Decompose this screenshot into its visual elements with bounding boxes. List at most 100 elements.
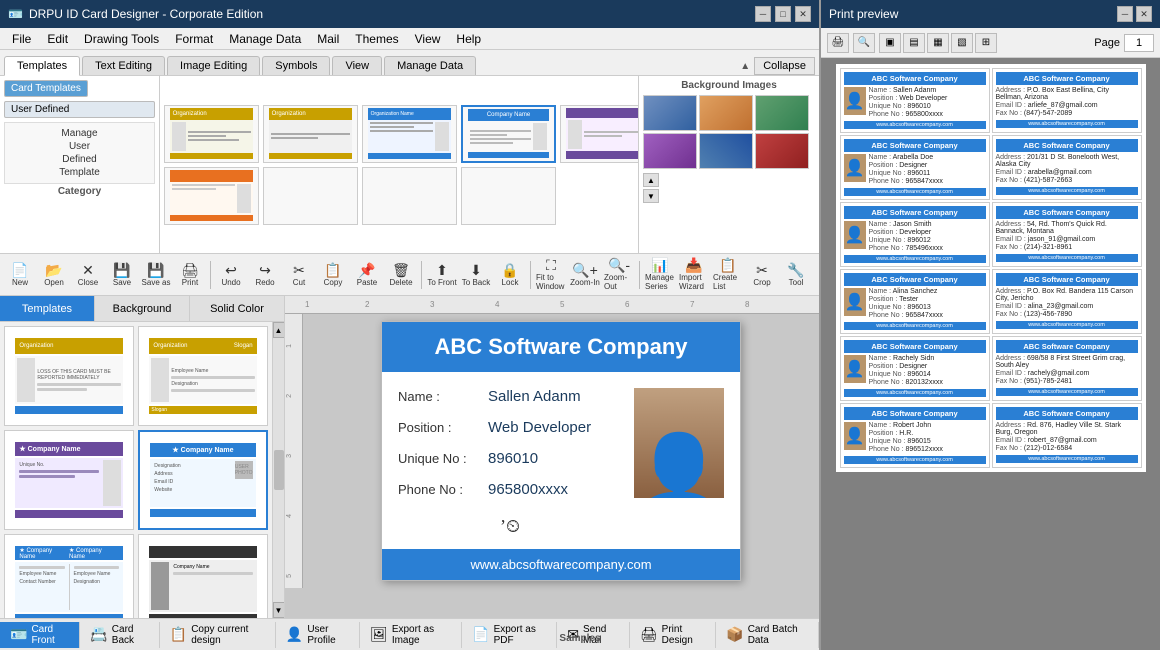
bg-image-6[interactable]: [755, 133, 809, 169]
template-card-3[interactable]: ★ Company Name Unique No.: [4, 430, 134, 530]
pp-close-button[interactable]: ✕: [1136, 6, 1152, 22]
sample-3[interactable]: Organization Name: [362, 105, 457, 163]
create-list-button[interactable]: 📋Create List: [712, 259, 744, 291]
sample-9[interactable]: [461, 167, 556, 225]
tab-text-editing[interactable]: Text Editing: [82, 56, 165, 75]
template-card-1[interactable]: Organization LOSS OF THIS CARD MUST BE R…: [4, 326, 134, 426]
redo-button[interactable]: ↪Redo: [249, 259, 281, 291]
cut-button[interactable]: ✂Cut: [283, 259, 315, 291]
footer-card-front[interactable]: 🪪 Card Front: [0, 622, 80, 648]
menu-edit[interactable]: Edit: [39, 30, 76, 48]
bg-image-1[interactable]: [643, 95, 697, 131]
pp-view-4[interactable]: ▧: [951, 33, 973, 53]
pp-view-3[interactable]: ▦: [927, 33, 949, 53]
id-field-unique: Unique No : 896010: [398, 450, 622, 467]
open-button[interactable]: 📂Open: [38, 259, 70, 291]
lp-scroll-down[interactable]: ▼: [273, 602, 285, 618]
menu-drawing-tools[interactable]: Drawing Tools: [76, 30, 167, 48]
menu-format[interactable]: Format: [167, 30, 221, 48]
footer-card-batch[interactable]: 📦 Card Batch Data: [716, 622, 819, 648]
toolbar-tabs: Templates Text Editing Image Editing Sym…: [0, 50, 819, 76]
bg-scroll-down[interactable]: ▼: [643, 189, 659, 203]
bg-image-2[interactable]: [699, 95, 753, 131]
tab-templates[interactable]: Templates: [4, 56, 80, 76]
pp-card-4-footer: www.abcsoftwarecompany.com: [844, 322, 986, 330]
card-front-icon: 🪪: [10, 626, 27, 643]
pp-card-2-photo: 👤: [844, 154, 866, 182]
bg-scroll-up[interactable]: ▲: [643, 173, 659, 187]
copy-button[interactable]: 📋Copy: [317, 259, 349, 291]
maximize-button[interactable]: □: [775, 6, 791, 22]
tab-view[interactable]: View: [332, 56, 382, 75]
sample-4[interactable]: Company Name: [461, 105, 556, 163]
close-button-toolbar[interactable]: ✕Close: [72, 259, 104, 291]
menu-manage-data[interactable]: Manage Data: [221, 30, 309, 48]
pp-minimize-button[interactable]: ─: [1117, 6, 1133, 22]
sample-5[interactable]: [560, 105, 639, 163]
crop-button[interactable]: ✂Crop: [746, 259, 778, 291]
tool-button[interactable]: 🔧Tool: [780, 259, 812, 291]
import-wizard-button[interactable]: 📥Import Wizard: [678, 259, 710, 291]
sample-7[interactable]: [263, 167, 358, 225]
template-card-6[interactable]: Company Name: [138, 534, 268, 618]
template-card-2[interactable]: OrganizationSlogan Employee Name Designa…: [138, 326, 268, 426]
lock-button[interactable]: 🔒Lock: [494, 259, 526, 291]
paste-button[interactable]: 📌Paste: [351, 259, 383, 291]
menu-mail[interactable]: Mail: [309, 30, 347, 48]
close-button[interactable]: ✕: [795, 6, 811, 22]
minimize-button[interactable]: ─: [755, 6, 771, 22]
tab-symbols[interactable]: Symbols: [262, 56, 330, 75]
user-defined-btn[interactable]: User Defined: [4, 101, 155, 118]
bg-image-5[interactable]: [699, 133, 753, 169]
lp-scroll-up[interactable]: ▲: [273, 322, 285, 338]
footer-card-back[interactable]: 📇 Card Back: [80, 622, 159, 648]
sample-2[interactable]: Organization: [263, 105, 358, 163]
tab-manage-data[interactable]: Manage Data: [384, 56, 476, 75]
zoom-out-button[interactable]: 🔍-Zoom-Out: [603, 259, 635, 291]
template-card-4[interactable]: ★ Company Name Designation Address Email…: [138, 430, 268, 530]
print-button[interactable]: 🖨Print: [174, 259, 206, 291]
delete-button[interactable]: 🗑Delete: [385, 259, 417, 291]
lp-scroll-thumb[interactable]: [274, 450, 284, 490]
save-button[interactable]: 💾Save: [106, 259, 138, 291]
pp-print-btn[interactable]: 🖨: [827, 33, 849, 53]
pp-view-5[interactable]: ⊞: [975, 33, 997, 53]
to-front-button[interactable]: ⬆To Front: [426, 259, 458, 291]
tab-image-editing[interactable]: Image Editing: [167, 56, 260, 75]
menu-themes[interactable]: Themes: [347, 30, 406, 48]
pp-view-2[interactable]: ▤: [903, 33, 925, 53]
bg-image-3[interactable]: [755, 95, 809, 131]
save-as-button[interactable]: 💾Save as: [140, 259, 172, 291]
footer-card-batch-label: Card Batch Data: [748, 624, 808, 646]
footer-export-pdf[interactable]: 📄 Export as PDF: [462, 622, 557, 648]
menu-view[interactable]: View: [407, 30, 449, 48]
menu-file[interactable]: File: [4, 30, 39, 48]
menu-help[interactable]: Help: [448, 30, 489, 48]
undo-button[interactable]: ↩Undo: [215, 259, 247, 291]
sample-6[interactable]: [164, 167, 259, 225]
manage-series-button[interactable]: 📊Manage Series: [644, 259, 676, 291]
collapse-button[interactable]: Collapse: [754, 57, 815, 75]
lp-tab-templates[interactable]: Templates: [0, 296, 95, 321]
lp-tab-background[interactable]: Background: [95, 296, 190, 321]
bg-image-4[interactable]: [643, 133, 697, 169]
footer-export-image[interactable]: 🖼 Export as Image: [360, 622, 462, 648]
zoom-in-button[interactable]: 🔍+Zoom-In: [569, 259, 601, 291]
footer-print-design[interactable]: 🖨 Print Design: [630, 622, 716, 648]
lp-tab-solid-color[interactable]: Solid Color: [190, 296, 284, 321]
new-button[interactable]: 📄New: [4, 259, 36, 291]
sample-1[interactable]: Organization: [164, 105, 259, 163]
template-card-5[interactable]: ★ Company Name ★ Company Name Employee N…: [4, 534, 134, 618]
sample-8[interactable]: [362, 167, 457, 225]
pp-page-input[interactable]: [1124, 34, 1154, 52]
card-templates-btn[interactable]: Card Templates: [4, 80, 88, 97]
app-icon: 🪪: [8, 7, 23, 21]
footer-user-profile[interactable]: 👤 User Profile: [276, 622, 360, 648]
id-field-name-label: Name :: [398, 389, 488, 404]
fit-window-button[interactable]: ⛶Fit to Window: [535, 259, 567, 291]
window-controls: ─ □ ✕: [755, 6, 811, 22]
footer-copy-design[interactable]: 📋 Copy current design: [160, 622, 276, 648]
pp-zoom-btn[interactable]: 🔍: [853, 33, 875, 53]
to-back-button[interactable]: ⬇To Back: [460, 259, 492, 291]
pp-view-1[interactable]: ▣: [879, 33, 901, 53]
